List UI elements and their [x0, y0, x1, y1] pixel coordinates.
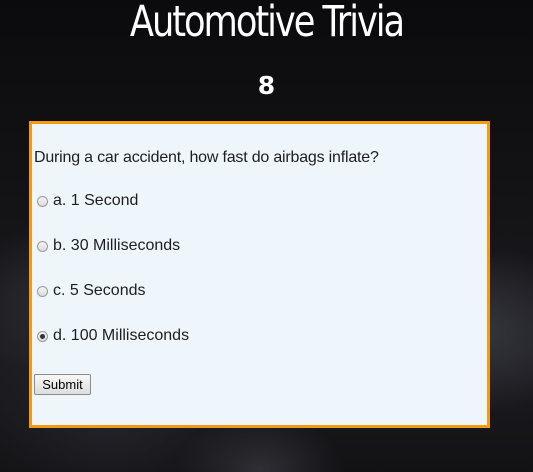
- option-c[interactable]: c. 5 Seconds: [37, 282, 146, 300]
- radio-option-b[interactable]: [37, 240, 48, 252]
- page-title: Automotive Trivia: [129, 0, 405, 47]
- radio-option-c[interactable]: [37, 285, 48, 297]
- option-d-label: d. 100 Milliseconds: [53, 327, 190, 344]
- option-c-label: c. 5 Seconds: [53, 282, 146, 299]
- option-a-label: a. 1 Second: [53, 192, 139, 209]
- quiz-panel: During a car accident, how fast do airba…: [29, 121, 490, 428]
- option-d[interactable]: d. 100 Milliseconds: [37, 327, 189, 345]
- option-a[interactable]: a. 1 Second: [37, 192, 138, 210]
- radio-option-d[interactable]: [37, 330, 48, 342]
- radio-option-a[interactable]: [37, 195, 48, 207]
- option-b-label: b. 30 Milliseconds: [53, 237, 181, 254]
- question-number: 8: [257, 71, 276, 100]
- question-text: During a car accident, how fast do airba…: [34, 149, 379, 166]
- submit-button[interactable]: Submit: [34, 374, 91, 395]
- option-b[interactable]: b. 30 Milliseconds: [37, 237, 180, 255]
